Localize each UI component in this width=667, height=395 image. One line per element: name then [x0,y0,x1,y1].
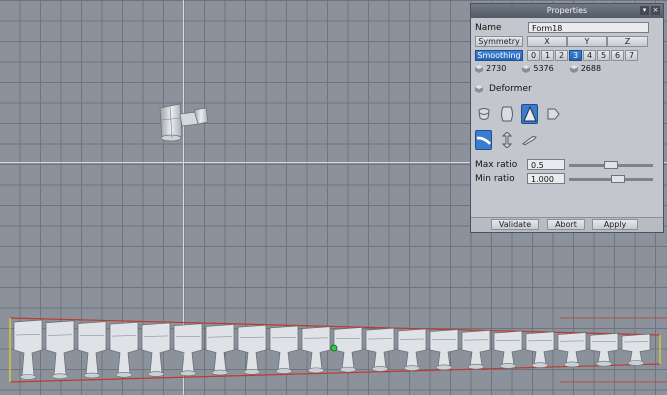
max-ratio-field[interactable]: 0.5 [527,159,565,170]
symmetry-button[interactable]: Symmetry [475,36,523,47]
min-ratio-label: Min ratio [475,173,515,184]
bulge-icon[interactable] [498,104,515,124]
symmetry-x-button[interactable]: X [527,36,567,47]
model-segment [557,332,587,368]
smoothing-level-6-button[interactable]: 6 [611,50,624,61]
max-ratio-slider[interactable] [569,161,653,169]
smoothing-level-0-button[interactable]: 0 [527,50,540,61]
model-segment [301,326,331,374]
deformed-model-array[interactable] [0,300,667,395]
taper-icon[interactable] [521,104,538,124]
min-ratio-slider[interactable] [569,175,653,183]
single-form-model[interactable] [154,100,214,145]
panel-title: Properties [546,6,588,15]
min-ratio-slider-thumb[interactable] [611,175,625,183]
model-segment [333,326,363,373]
symmetry-y-button[interactable]: Y [567,36,607,47]
model-segment [141,322,171,377]
model-segment [205,324,235,376]
apply-button[interactable]: Apply [592,219,638,230]
model-segment [621,333,651,366]
max-ratio-label: Max ratio [475,159,518,170]
max-ratio-slider-thumb[interactable] [604,161,618,169]
model-segment [429,329,459,371]
cube-icon [569,64,578,73]
stretch-icon[interactable] [498,130,515,150]
model-segment [493,330,523,369]
smoothing-level-3-button[interactable]: 3 [569,50,582,61]
bend-shape-icon[interactable] [544,104,561,124]
model-segment [45,320,75,380]
tool-icon[interactable] [521,130,538,150]
cube-icon [522,64,531,73]
selection-outline-bottom [9,363,661,383]
triangle-count: 5376 [533,64,554,73]
deformer-icon [475,85,483,93]
name-field[interactable]: Form18 [528,22,649,33]
panel-menu-button[interactable]: ▾ [640,6,649,15]
pivot-point [330,344,338,352]
name-label: Name [475,22,502,33]
smoothing-level-1-button[interactable]: 1 [541,50,554,61]
model-segment [77,321,107,379]
smoothing-level-5-button[interactable]: 5 [597,50,610,61]
panel-close-button[interactable]: × [651,6,660,15]
model-segment [269,325,299,374]
model-segment [13,319,43,380]
properties-panel: Properties ▾ × Name Form18 Symmetry X Y … [470,3,664,233]
model-segment [397,328,427,371]
smoothing-button[interactable]: Smoothing [475,50,523,61]
panel-titlebar[interactable]: Properties ▾ × [471,4,663,18]
model-segment [173,323,203,377]
model-segment [589,332,619,367]
model-segment [109,321,139,378]
abort-button[interactable]: Abort [547,219,585,230]
model-segment [461,329,491,370]
min-ratio-field[interactable]: 1.000 [527,173,565,184]
vertex-count: 2730 [486,64,507,73]
smoothing-level-4-button[interactable]: 4 [583,50,596,61]
twist-icon[interactable] [475,104,492,124]
smoothing-level-2-button[interactable]: 2 [555,50,568,61]
model-segment [365,327,395,372]
bend-icon[interactable] [475,130,492,150]
model-segment [525,331,555,369]
face-count: 2688 [580,64,602,73]
model-segment [237,324,267,375]
symmetry-z-button[interactable]: Z [607,36,648,47]
polygon-counts: 2730 5376 2688 [475,64,601,73]
validate-button[interactable]: Validate [491,219,539,230]
panel-action-bar: Validate Abort Apply [471,217,663,232]
smoothing-level-7-button[interactable]: 7 [625,50,638,61]
cube-icon [475,64,483,73]
deformer-label: Deformer [489,84,532,94]
